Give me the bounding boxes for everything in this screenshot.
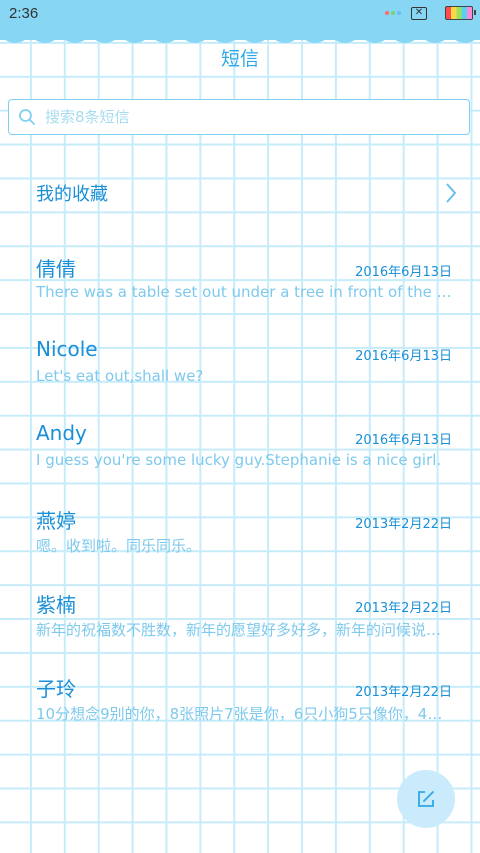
favorites-label: 我的收藏 [36,184,108,205]
message-preview: 新年的祝福数不胜数，新年的愿望好多好多，新年的问候说也说不完 [36,621,452,639]
status-icons: ✕ [385,6,476,20]
contact-name: 子玲 [36,677,76,701]
message-item[interactable]: 子玲 2013年2月22日 10分想念9别的你，8张照片7张是你，6只小狗5只像… [0,673,480,743]
message-preview: Let's eat out,shall we? [36,367,204,385]
message-date: 2016年6月13日 [355,349,452,364]
contact-name: 紫楠 [36,593,76,617]
message-date: 2013年2月22日 [355,601,452,616]
message-preview: 10分想念9别的你，8张照片7张是你，6只小狗5只像你，4季思念 [36,705,452,723]
contact-name: 倩倩 [36,257,76,281]
message-preview: There was a table set out under a tree i… [36,283,452,301]
compose-icon [418,791,434,807]
search-icon [19,109,35,125]
message-date: 2016年6月13日 [355,433,452,448]
battery-icon [445,6,476,20]
status-time: 2:36 [9,5,39,22]
message-item[interactable]: 紫楠 2013年2月22日 新年的祝福数不胜数，新年的愿望好多好多，新年的问候说… [0,589,480,659]
message-item[interactable]: 燕婷 2013年2月22日 嗯。收到啦。同乐同乐。 [0,505,480,575]
message-date: 2016年6月13日 [355,265,452,280]
chevron-right-icon [446,183,457,203]
message-date: 2013年2月22日 [355,517,452,532]
message-preview: 嗯。收到啦。同乐同乐。 [36,537,202,555]
message-preview: I guess you're some lucky guy.Stephanie … [36,451,442,469]
message-item[interactable]: Andy 2016年6月13日 I guess you're some luck… [0,421,480,491]
contact-name: Andy [36,421,87,445]
favorites-row[interactable]: 我的收藏 [0,170,480,216]
message-item[interactable]: Nicole 2016年6月13日 Let's eat out,shall we… [0,337,480,407]
message-item[interactable]: 倩倩 2016年6月13日 There was a table set out … [0,253,480,323]
contact-name: 燕婷 [36,509,76,533]
no-sim-icon: ✕ [411,6,427,20]
search-bar[interactable] [8,99,470,135]
page-title: 短信 [220,48,259,70]
notification-dots-icon [385,11,401,15]
compose-button[interactable] [397,770,455,828]
search-input[interactable] [43,102,457,132]
contact-name: Nicole [36,337,98,361]
message-date: 2013年2月22日 [355,685,452,700]
